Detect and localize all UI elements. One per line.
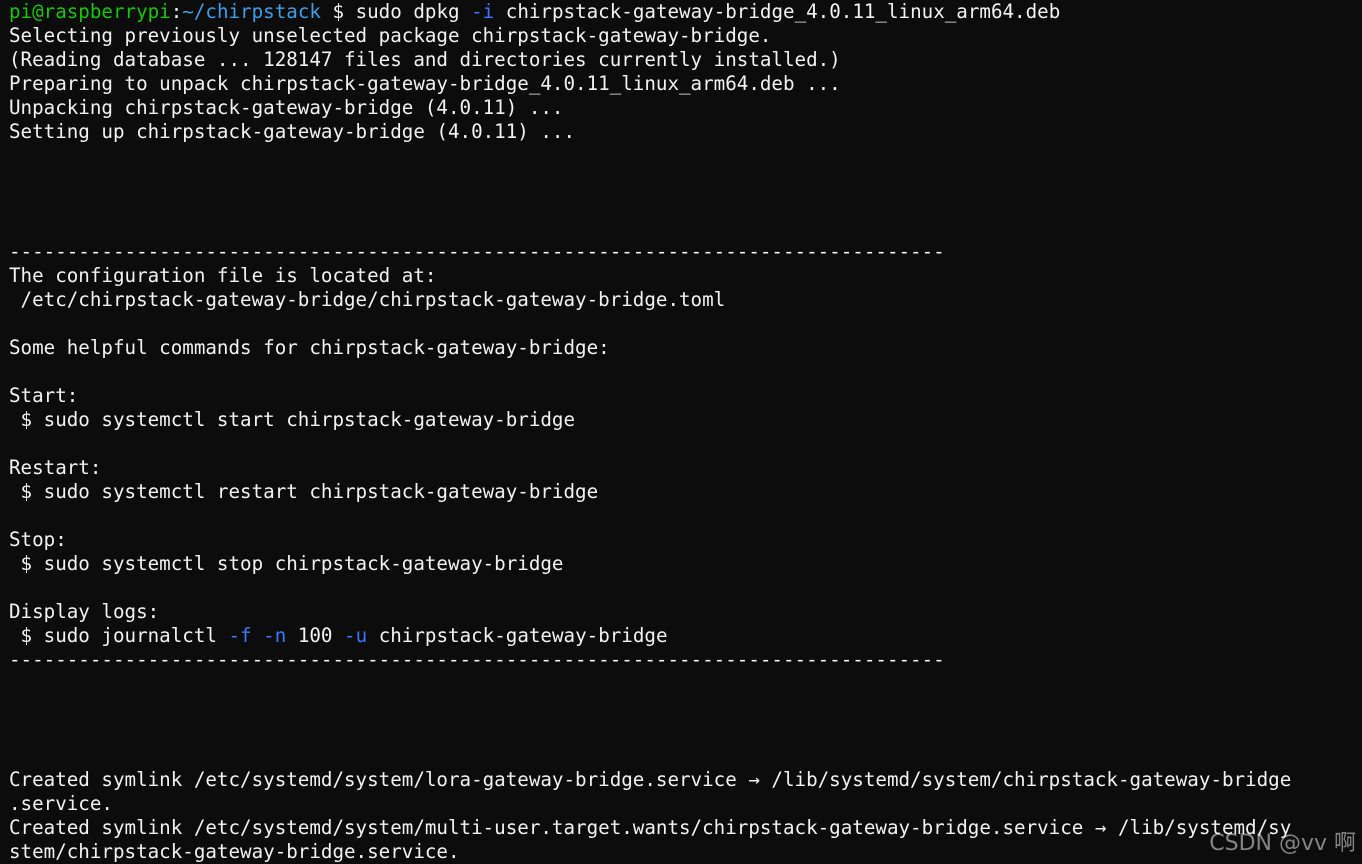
watermark: CSDN @vv 啊 — [1209, 831, 1356, 856]
prompt-separator: : — [170, 0, 183, 23]
logs-flag-f: -f — [228, 624, 252, 647]
divider-line: ----------------------------------------… — [9, 648, 945, 671]
logs-cmd-unit: chirpstack-gateway-bridge — [367, 624, 668, 647]
terminal-window[interactable]: pi@raspberrypi:~/chirpstack $ sudo dpkg … — [0, 0, 1362, 864]
logs-flag-n: -n — [263, 624, 287, 647]
start-command: $ sudo systemctl start chirpstack-gatewa… — [9, 408, 576, 431]
restart-command: $ sudo systemctl restart chirpstack-gate… — [9, 480, 599, 503]
prompt-symbol: $ — [320, 0, 356, 23]
config-intro: The configuration file is located at: — [9, 264, 437, 287]
start-label: Start: — [9, 384, 79, 407]
command-text: sudo dpkg — [355, 0, 472, 23]
output-line: Unpacking chirpstack-gateway-bridge (4.0… — [9, 96, 564, 119]
prompt-cwd: ~/chirpstack — [182, 0, 321, 23]
prompt-line: pi@raspberrypi:~/chirpstack $ sudo dpkg … — [9, 0, 1362, 24]
symlink-line: Created symlink /etc/systemd/system/lora… — [9, 768, 1292, 791]
command-args: chirpstack-gateway-bridge_4.0.11_linux_a… — [494, 0, 1061, 23]
logs-flag-u: -u — [344, 624, 368, 647]
stop-command: $ sudo systemctl stop chirpstack-gateway… — [9, 552, 564, 575]
command-flag: -i — [471, 0, 495, 23]
symlink-line-wrap: stem/chirpstack-gateway-bridge.service. — [9, 840, 460, 863]
symlink-line: Created symlink /etc/systemd/system/mult… — [9, 816, 1292, 839]
prompt-user-host: pi@raspberrypi — [9, 0, 171, 23]
output-line: Selecting previously unselected package … — [9, 24, 772, 47]
logs-number: 100 — [286, 624, 345, 647]
logs-space — [252, 624, 264, 647]
symlink-line-wrap: .service. — [9, 792, 113, 815]
logs-label: Display logs: — [9, 600, 160, 623]
stop-label: Stop: — [9, 528, 67, 551]
config-path: /etc/chirpstack-gateway-bridge/chirpstac… — [9, 288, 726, 311]
divider-line: ----------------------------------------… — [9, 240, 945, 263]
output-line: (Reading database ... 128147 files and d… — [9, 48, 841, 71]
logs-command: $ sudo journalctl -f -n 100 -u chirpstac… — [9, 624, 1362, 648]
output-line: Setting up chirpstack-gateway-bridge (4.… — [9, 120, 576, 143]
helpful-heading: Some helpful commands for chirpstack-gat… — [9, 336, 610, 359]
restart-label: Restart: — [9, 456, 102, 479]
output-line: Preparing to unpack chirpstack-gateway-b… — [9, 72, 841, 95]
logs-cmd-text: $ sudo journalctl — [9, 624, 229, 647]
